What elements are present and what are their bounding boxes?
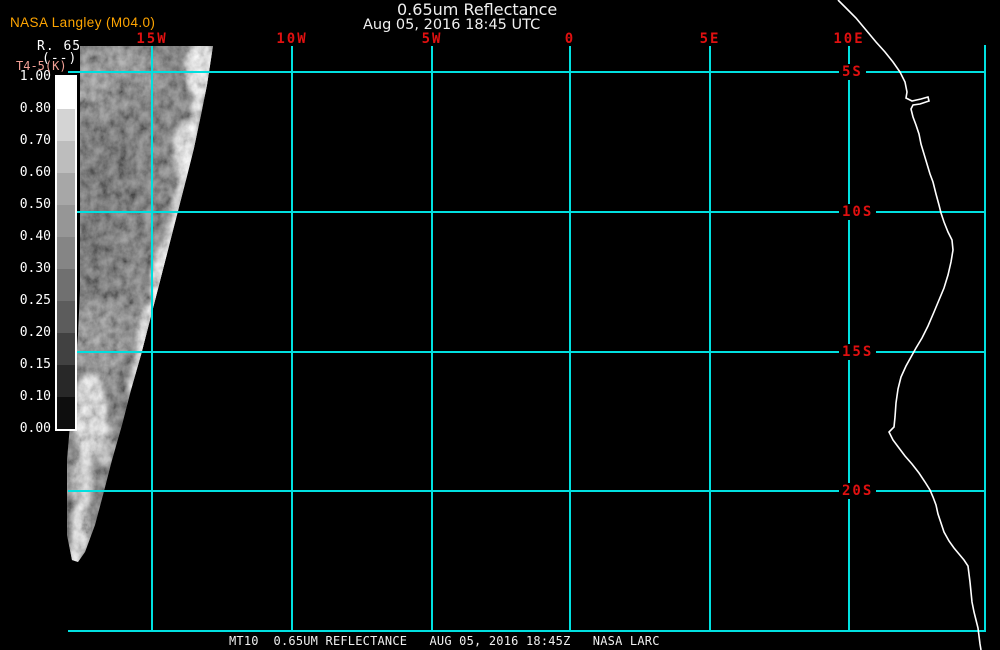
swath-base [67,46,213,562]
nasa-langley-brand: NASA Langley (M04.0) [10,15,156,30]
colorbar-segment-9 [57,365,75,397]
colorbar-segment-4 [57,205,75,237]
latitude-label-20S: 20S [839,483,877,499]
colorbar-tick-0.15: 0.15 [19,357,51,372]
coastline-overlay [837,0,982,650]
longitude-label-5E: 5E [699,31,721,47]
longitude-label-5W: 5W [421,31,443,47]
timestamp-subtitle: Aug 05, 2016 18:45 UTC [363,17,541,33]
latitude-label-15S: 15S [839,344,877,360]
colorbar-tick-0.00: 0.00 [19,421,51,436]
footer-caption: MT10 0.65UM REFLECTANCE AUG 05, 2016 18:… [229,634,660,648]
meridian-line-0 [569,46,571,630]
latitude-label-5S: 5S [839,64,866,80]
reflectance-colorbar [55,75,77,431]
colorbar-tick-0.25: 0.25 [19,293,51,308]
satellite-swath-image [67,46,213,562]
meridian-line-15W [151,46,153,630]
longitude-label-0: 0 [564,31,576,47]
latitude-label-10S: 10S [839,204,877,220]
colorbar-tick-0.10: 0.10 [19,389,51,404]
meridian-line-5W [431,46,433,630]
longitude-label-15W: 15W [136,31,168,47]
colorbar-tick-0.40: 0.40 [19,229,51,244]
colorbar-segment-8 [57,333,75,365]
satellite-viewer: { "header": { "brand": "NASA Langley (M0… [0,0,1000,650]
colorbar-tick-0.30: 0.30 [19,261,51,276]
map-right-border [984,45,986,632]
meridian-line-5E [709,46,711,630]
colorbar-tick-0.70: 0.70 [19,133,51,148]
colorbar-segment-1 [57,109,75,141]
colorbar-segment-5 [57,237,75,269]
colorbar-segment-3 [57,173,75,205]
colorbar-segment-10 [57,397,75,429]
longitude-label-10E: 10E [833,31,865,47]
colorbar-tick-0.60: 0.60 [19,165,51,180]
africa-coastline [837,0,982,650]
colorbar-tick-0.50: 0.50 [19,197,51,212]
colorbar-segment-2 [57,141,75,173]
alt-product-label: T4-5(K) [16,59,67,73]
map-bottom-border [68,630,986,632]
longitude-label-10W: 10W [276,31,308,47]
meridian-line-10E [848,46,850,630]
colorbar-segment-7 [57,301,75,333]
colorbar-tick-0.20: 0.20 [19,325,51,340]
colorbar-segment-6 [57,269,75,301]
colorbar-tick-0.80: 0.80 [19,101,51,116]
colorbar-segment-0 [57,77,75,109]
meridian-line-10W [291,46,293,630]
